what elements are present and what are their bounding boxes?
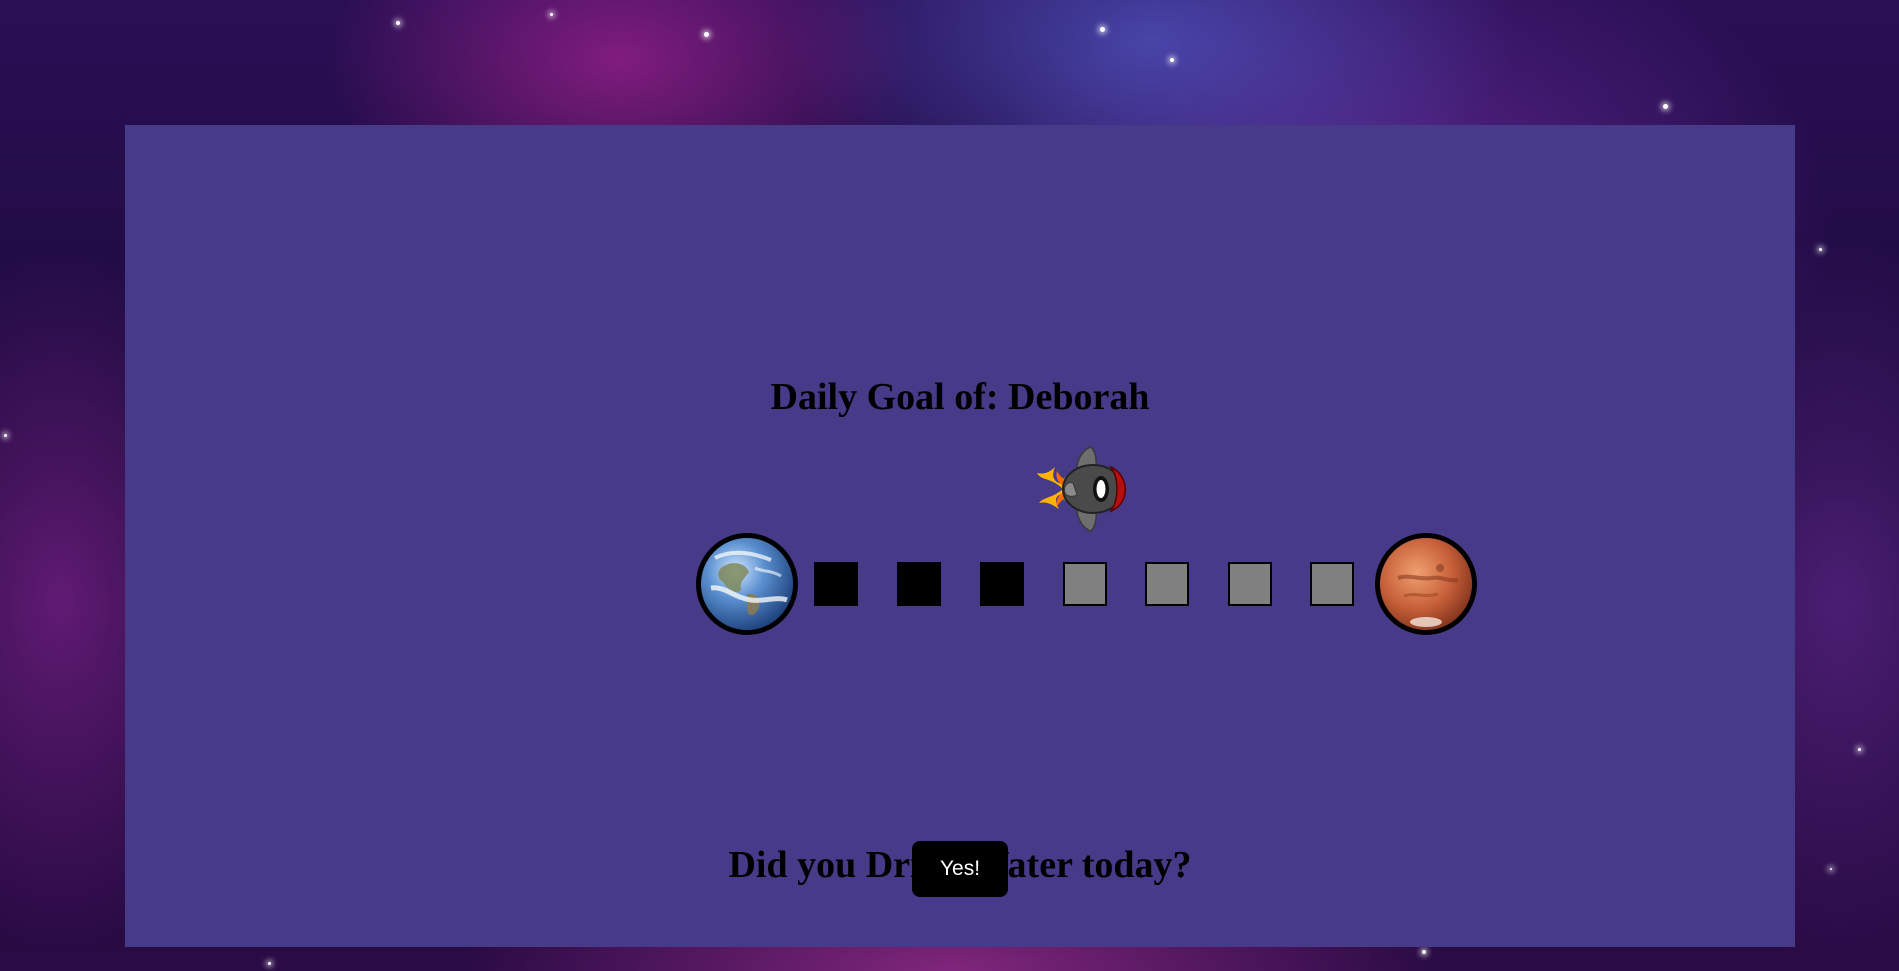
background-star — [1858, 748, 1861, 751]
background-star — [1422, 950, 1426, 954]
mars-icon — [1375, 533, 1477, 635]
background-star — [1170, 58, 1174, 62]
background-star — [1819, 248, 1822, 251]
background-star — [550, 13, 553, 16]
earth-icon — [696, 533, 798, 635]
progress-step — [1228, 562, 1272, 606]
background-star — [4, 434, 7, 437]
background-star — [1663, 104, 1668, 109]
progress-step — [1310, 562, 1354, 606]
yes-button[interactable]: Yes! — [912, 841, 1008, 897]
progress-step — [1145, 562, 1189, 606]
background-star — [396, 21, 400, 25]
goal-title: Daily Goal of: Deborah — [770, 376, 1150, 418]
progress-step — [980, 562, 1024, 606]
background-star — [268, 962, 271, 965]
progress-track — [696, 533, 1477, 635]
background-star — [704, 32, 709, 37]
rocket-icon — [1033, 437, 1137, 541]
goal-panel: Daily Goal of: Deborah Did you Water tod… — [125, 125, 1795, 947]
progress-step — [897, 562, 941, 606]
background-star — [1830, 868, 1832, 870]
progress-step — [814, 562, 858, 606]
progress-step — [1063, 562, 1107, 606]
background-star — [1100, 27, 1105, 32]
